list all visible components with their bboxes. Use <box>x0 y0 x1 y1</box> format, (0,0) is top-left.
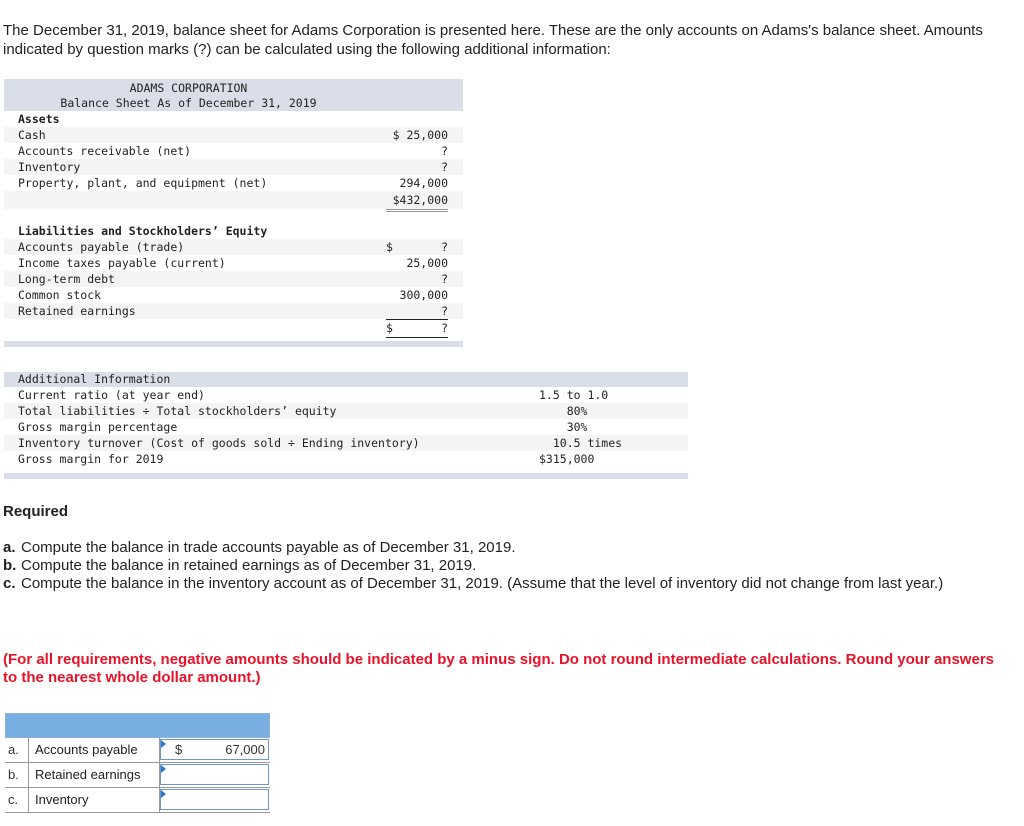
inventory-input[interactable] <box>160 789 269 810</box>
liab-amount: 300,000 <box>399 288 448 302</box>
info-label: Gross margin for 2019 <box>18 452 164 466</box>
item-letter: a. <box>3 539 16 556</box>
liab-heading: Liabilities and Stockholders’ Equity <box>18 224 268 238</box>
info-value: 80% <box>539 404 588 418</box>
balance-sheet-header: ADAMS CORPORATION Balance Sheet As of De… <box>4 79 463 111</box>
liab-label: Common stock <box>18 288 102 302</box>
assets-total-row: $432,000 <box>4 191 463 212</box>
liab-amount: ? <box>441 240 448 254</box>
additional-info: Additional Information Current ratio (at… <box>4 372 688 479</box>
info-label: Gross margin percentage <box>18 420 178 434</box>
answer-table: a. Accounts payable $ 67,000 b. Retained… <box>5 713 270 813</box>
asset-row: Cash $ 25,000 <box>4 127 463 143</box>
input-flag-icon <box>161 765 166 773</box>
liab-amount: ? <box>441 304 448 318</box>
item-text: Compute the balance in the inventory acc… <box>21 575 944 592</box>
answer-row: a. Accounts payable $ 67,000 <box>5 738 270 763</box>
info-value: 30% <box>539 420 588 434</box>
item-text: Compute the balance in trade accounts pa… <box>21 539 516 556</box>
info-row: Total liabilities ÷ Total stockholders’ … <box>4 403 688 419</box>
instruction-note: (For all requirements, negative amounts … <box>3 651 994 686</box>
asset-label: Accounts receivable (net) <box>18 144 192 158</box>
required-item: a. Compute the balance in trade accounts … <box>3 539 1003 557</box>
answer-value: 67,000 <box>225 742 265 757</box>
info-row: Current ratio (at year end) 1.5 to 1.0 <box>4 387 688 403</box>
info-value: 10.5 times <box>539 436 623 450</box>
currency-symbol: $ <box>175 742 183 757</box>
answer-letter: b. <box>5 763 29 787</box>
assets-heading: Assets <box>18 112 60 126</box>
info-label: Total liabilities ÷ Total stockholders’ … <box>18 404 337 418</box>
item-letter: c. <box>3 575 16 592</box>
asset-row: Accounts receivable (net)? <box>4 143 463 159</box>
liab-amount: ? <box>441 272 448 286</box>
asset-label: Property, plant, and equipment (net) <box>18 176 268 190</box>
answer-row: b. Retained earnings <box>5 763 270 788</box>
balance-sheet-subtitle: Balance Sheet As of December 31, 2019 <box>60 96 317 110</box>
liab-label: Long-term debt <box>18 272 115 286</box>
company-name: ADAMS CORPORATION <box>129 81 248 95</box>
retained-earnings-input[interactable] <box>160 764 269 785</box>
dollar-sign: $ <box>386 321 393 335</box>
answer-letter: c. <box>5 788 29 812</box>
asset-label: Cash <box>18 128 46 142</box>
liab-row: Retained earnings? <box>4 303 463 320</box>
required-item: c. Compute the balance in the inventory a… <box>3 575 1003 593</box>
info-row: Gross margin for 2019 $315,000 <box>4 451 688 467</box>
info-label: Current ratio (at year end) <box>18 388 205 402</box>
answer-letter: a. <box>5 738 29 762</box>
item-text: Compute the balance in retained earnings… <box>21 557 477 574</box>
accounts-payable-input[interactable]: $ 67,000 <box>160 739 269 760</box>
answer-table-header <box>5 713 270 738</box>
liab-row: Accounts payable (trade) $? <box>4 239 463 255</box>
liab-label: Retained earnings <box>18 304 136 318</box>
asset-amount: ? <box>441 160 448 174</box>
liab-total: ? <box>441 321 448 335</box>
input-flag-icon <box>161 790 166 798</box>
answer-label: Inventory <box>30 788 160 812</box>
asset-row: Inventory? <box>4 159 463 175</box>
assets-heading-row: Assets <box>4 111 463 127</box>
liab-amount: 25,000 <box>406 256 448 270</box>
info-value: $315,000 <box>539 452 595 466</box>
info-value: 1.5 to 1.0 <box>539 388 609 402</box>
asset-label: Inventory <box>18 160 81 174</box>
info-label: Inventory turnover (Cost of goods sold ÷… <box>18 436 420 450</box>
intro-paragraph: The December 31, 2019, balance sheet for… <box>3 22 983 58</box>
liab-total-row: $? <box>4 319 463 338</box>
answer-row: c. Inventory <box>5 788 270 813</box>
liab-heading-row: Liabilities and Stockholders’ Equity <box>4 223 463 239</box>
input-flag-icon <box>161 740 166 748</box>
item-letter: b. <box>3 557 17 574</box>
asset-amount: 294,000 <box>386 175 448 192</box>
answer-label: Accounts payable <box>30 738 160 762</box>
info-row: Gross margin percentage 30% <box>4 419 688 435</box>
balance-sheet: ADAMS CORPORATION Balance Sheet As of De… <box>4 79 463 347</box>
liab-row: Income taxes payable (current) 25,000 <box>4 255 463 271</box>
liab-label: Accounts payable (trade) <box>18 240 185 254</box>
liab-label: Income taxes payable (current) <box>18 256 226 270</box>
answer-label: Retained earnings <box>30 763 160 787</box>
required-title: Required <box>3 503 69 520</box>
required-item: b. Compute the balance in retained earnin… <box>3 557 1003 575</box>
assets-total: $432,000 <box>386 191 448 212</box>
asset-amount: $ 25,000 <box>392 128 448 142</box>
required-list: a. Compute the balance in trade accounts … <box>3 539 1003 593</box>
liab-row: Long-term debt? <box>4 271 463 287</box>
info-row: Inventory turnover (Cost of goods sold ÷… <box>4 435 688 451</box>
liab-row: Common stock 300,000 <box>4 287 463 303</box>
dollar-sign: $ <box>386 240 393 254</box>
asset-row: Property, plant, and equipment (net) 294,… <box>4 175 463 192</box>
additional-info-heading: Additional Information <box>4 372 688 387</box>
asset-amount: ? <box>441 144 448 158</box>
